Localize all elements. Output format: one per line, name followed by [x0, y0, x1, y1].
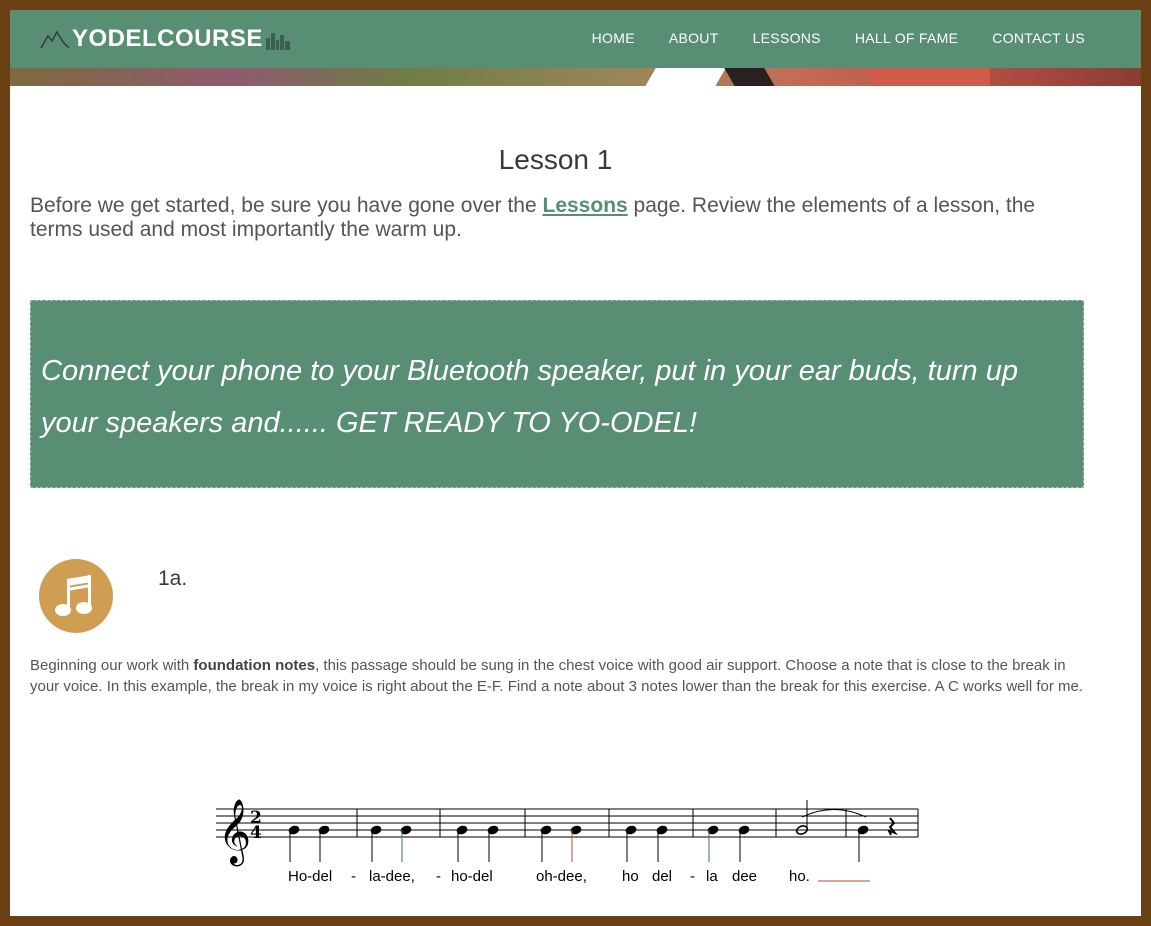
callout-box: Connect your phone to your Bluetooth spe… [30, 300, 1084, 488]
nav-lessons[interactable]: LESSONS [753, 30, 821, 46]
lyric: dee [732, 868, 757, 885]
desc-bold-term: foundation notes [193, 657, 316, 674]
nav-home[interactable]: HOME [592, 30, 635, 46]
lyric: del [652, 868, 672, 885]
callout-text: Connect your phone to your Bluetooth spe… [41, 355, 1018, 439]
logo-text: YODELCOURSE [72, 25, 263, 52]
lyric: Ho-del [288, 868, 332, 885]
lyric: - [436, 868, 441, 885]
lyric: ho-del [451, 868, 493, 885]
exercise-description: Beginning our work with foundation notes… [30, 655, 1092, 697]
nav-about[interactable]: ABOUT [669, 30, 719, 46]
main-menu: HOME ABOUT LESSONS HALL OF FAME CONTACT … [592, 30, 1085, 46]
lyric: oh-dee, [536, 868, 587, 885]
city-icon [265, 33, 290, 50]
desc-text-before: Beginning our work with [30, 657, 194, 674]
lyric: - [690, 868, 695, 885]
page-title: Lesson 1 [498, 144, 613, 175]
lyric: la-dee, [369, 868, 415, 885]
lessons-link[interactable]: Lessons [543, 194, 628, 217]
lyric: ho [622, 868, 639, 885]
treble-clef-icon: 𝄞 [218, 799, 251, 866]
mountain-icon [40, 30, 70, 49]
sheet-music: 𝄞 2 4 Ho-del - la-dee, - ho-del oh-dee, … [216, 799, 919, 885]
nav-hall-of-fame[interactable]: HALL OF FAME [855, 30, 958, 46]
page-frame: YODELCOURSE HOME ABOUT LESSONS HALL OF F… [10, 10, 1141, 916]
intro-paragraph: Before we get started, be sure you have … [30, 194, 1090, 242]
music-notes-icon [39, 559, 113, 633]
section-label: 1a. [158, 567, 188, 590]
site-logo[interactable]: YODELCOURSE [40, 24, 291, 54]
lyric: la [706, 868, 718, 885]
nav-contact-us[interactable]: CONTACT US [992, 30, 1085, 46]
lyric: ho. [789, 868, 810, 885]
intro-text-before: Before we get started, be sure you have … [30, 194, 543, 217]
time-sig-bottom: 4 [250, 823, 262, 843]
lyric: - [351, 868, 356, 885]
top-nav: YODELCOURSE HOME ABOUT LESSONS HALL OF F… [10, 10, 1141, 68]
